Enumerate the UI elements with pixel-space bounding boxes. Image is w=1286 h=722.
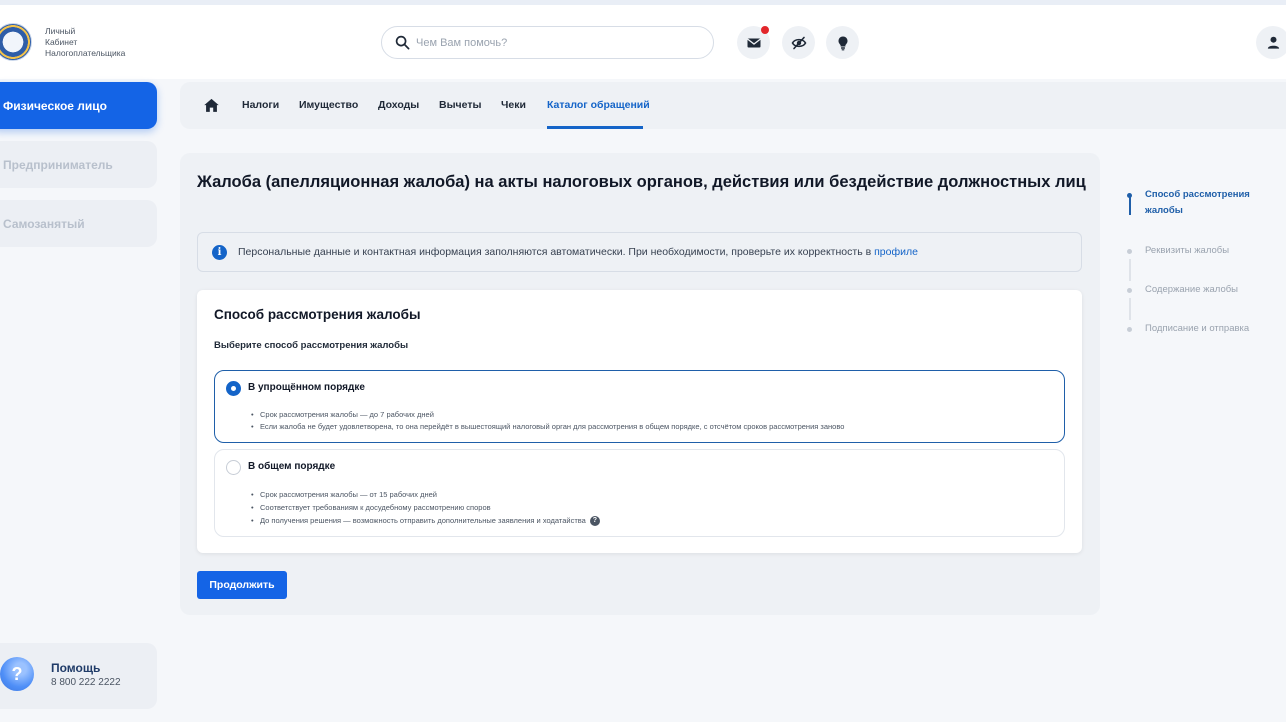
option-bullet: До получения решения — возможность отпра… [248, 514, 600, 527]
step-connector [1129, 298, 1131, 320]
fns-logo[interactable] [0, 23, 32, 61]
tips-button[interactable] [826, 26, 859, 59]
info-banner: i Персональные данные и контактная инфор… [197, 232, 1082, 272]
step-connector [1129, 195, 1131, 215]
page-title: Жалоба (апелляционная жалоба) на акты на… [197, 173, 1086, 191]
logo-line-3: Налогоплательщика [45, 48, 126, 58]
review-method-form: Способ рассмотрения жалобы Выберите спос… [197, 290, 1082, 553]
sidebar-item-label: Предприниматель [3, 157, 113, 172]
tab-appeals-catalog[interactable]: Каталог обращений [547, 99, 650, 111]
option-general[interactable]: В общем порядке Срок рассмотрения жалобы… [214, 449, 1065, 537]
option-bullet-text: До получения решения — возможность отпра… [260, 516, 586, 525]
step-dot [1127, 193, 1132, 198]
section-nav: Налоги Имущество Доходы Вычеты Чеки Ката… [180, 82, 1286, 129]
envelope-icon [746, 37, 761, 47]
form-title: Способ рассмотрения жалобы [214, 307, 421, 322]
sidebar-item-self-employed[interactable]: Самозанятый [0, 200, 157, 247]
step-label: Способ рассмотрения жалобы [1145, 189, 1250, 216]
question-icon[interactable]: ? [589, 516, 600, 527]
help-phone: 8 800 222 2222 [51, 677, 121, 688]
option-simplified[interactable]: В упрощённом порядке Срок рассмотрения ж… [214, 370, 1065, 443]
search-input[interactable] [416, 33, 701, 53]
option-bullets: Срок рассмотрения жалобы — от 15 рабочих… [248, 488, 600, 527]
form-subtitle: Выберите способ рассмотрения жалобы [214, 340, 409, 351]
home-icon[interactable] [203, 97, 220, 114]
tab-property[interactable]: Имущество [299, 99, 358, 111]
sidebar-item-label: Самозанятый [3, 216, 85, 231]
option-bullet: Соответствует требованиям к досудебному … [248, 501, 600, 514]
search-icon [395, 35, 410, 50]
lightbulb-icon [838, 36, 847, 50]
logo-line-2: Кабинет [45, 37, 78, 47]
eye-off-icon [791, 36, 806, 49]
tab-income[interactable]: Доходы [378, 99, 419, 111]
info-icon: i [212, 245, 227, 260]
option-bullet: Срок рассмотрения жалобы — от 15 рабочих… [248, 488, 600, 501]
main-card: Жалоба (апелляционная жалоба) на акты на… [180, 153, 1100, 615]
sidebar-item-entrepreneur[interactable]: Предприниматель [0, 141, 157, 188]
continue-button[interactable]: Продолжить [197, 571, 287, 599]
option-title: В общем порядке [248, 461, 336, 472]
header: Личный Кабинет Налогоплательщика [0, 5, 1286, 79]
option-title: В упрощённом порядке [248, 382, 365, 393]
step-label: Содержание жалобы [1145, 284, 1239, 295]
option-bullet: Если жалоба не будет удовлетворена, то о… [248, 421, 844, 433]
logo-line-1: Личный [45, 26, 76, 36]
tab-deductions[interactable]: Вычеты [439, 99, 481, 111]
question-bubble-icon: ? [0, 657, 34, 691]
radio-simplified[interactable] [226, 381, 241, 396]
info-text: Персональные данные и контактная информа… [238, 246, 918, 258]
active-tab-underline [547, 126, 643, 129]
step-label: Реквизиты жалобы [1145, 245, 1230, 256]
messages-button[interactable] [737, 26, 770, 59]
radio-general[interactable] [226, 460, 241, 475]
search-box [381, 26, 714, 59]
option-bullet: Срок рассмотрения жалобы — до 7 рабочих … [248, 409, 844, 421]
step-dot [1127, 249, 1132, 254]
step-dot [1127, 288, 1132, 293]
logo-text[interactable]: Личный Кабинет Налогоплательщика [45, 26, 125, 59]
sidebar-item-individual[interactable]: Физическое лицо [0, 82, 157, 129]
tab-taxes[interactable]: Налоги [242, 99, 279, 111]
sidebar-item-label: Физическое лицо [3, 98, 108, 113]
help-card[interactable]: ? Помощь 8 800 222 2222 [0, 643, 157, 709]
help-title: Помощь [51, 661, 101, 675]
visually-impaired-button[interactable] [782, 26, 815, 59]
step-label: Подписание и отправка [1145, 323, 1250, 334]
notification-dot [761, 26, 769, 34]
step-dot [1127, 327, 1132, 332]
tab-receipts[interactable]: Чеки [501, 99, 526, 111]
info-text-body: Персональные данные и контактная информа… [238, 246, 875, 258]
profile-link[interactable]: профиле [874, 246, 918, 258]
profile-button[interactable] [1256, 26, 1286, 59]
option-bullets: Срок рассмотрения жалобы — до 7 рабочих … [248, 409, 844, 433]
user-icon [1267, 36, 1279, 49]
step-connector [1129, 259, 1131, 281]
